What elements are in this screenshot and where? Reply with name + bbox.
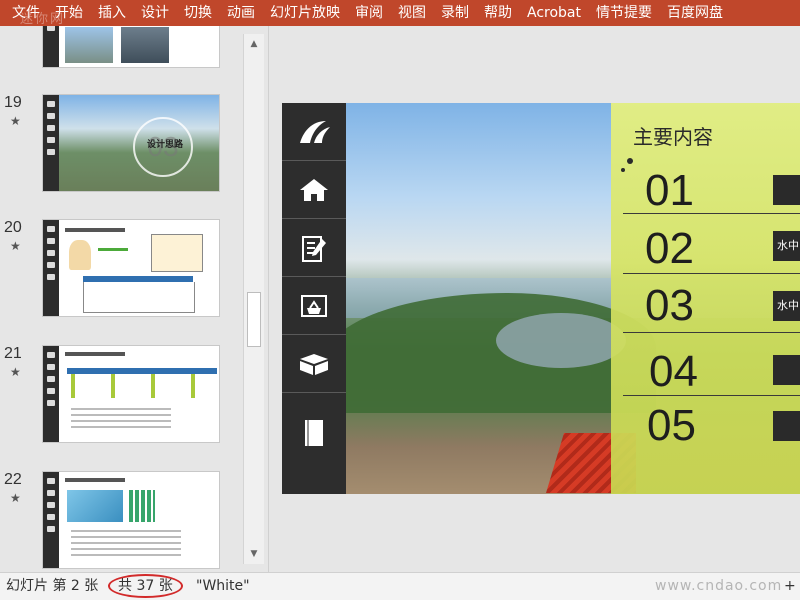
slide-thumbnail[interactable] (42, 26, 220, 68)
site-watermark: www.cndao.com (655, 578, 783, 594)
menu-help[interactable]: 帮助 (484, 0, 512, 26)
slide-nav-sidebar (282, 103, 346, 494)
thumbnail-3d-model (67, 490, 123, 522)
animation-star-icon: ★ (10, 365, 21, 379)
thumbnail-heading-bar (65, 228, 125, 232)
menu-animations[interactable]: 动画 (227, 0, 255, 26)
thumbnail-text-lines (71, 530, 181, 532)
thumbnail-sidebar (43, 26, 59, 67)
slide-number: 20 (4, 219, 22, 236)
zoom-in-button[interactable]: + (784, 573, 796, 599)
box-icon[interactable] (282, 335, 346, 393)
slide-number: 22 (4, 471, 22, 488)
item-number-04[interactable]: 04 (649, 350, 698, 394)
scroll-up-icon[interactable]: ▲ (246, 36, 262, 52)
item-number-05[interactable]: 05 (647, 404, 696, 448)
item-label-box[interactable] (773, 355, 800, 385)
thumbnail-pillar (71, 374, 75, 398)
current-slide[interactable]: 主要内容 01 02 水中 03 水中 04 05 (282, 103, 800, 494)
animation-star-icon: ★ (10, 114, 21, 128)
home-icon[interactable] (282, 161, 346, 219)
slide-thumbnail[interactable] (42, 219, 220, 317)
thumbnail-sidebar (43, 472, 59, 568)
item-divider (623, 213, 800, 214)
menu-transitions[interactable]: 切换 (184, 0, 212, 26)
thumbnail-diagram (151, 234, 203, 272)
scrollbar-thumb[interactable] (247, 292, 261, 347)
menu-home[interactable]: 开始 (55, 0, 83, 26)
thumbnail-rebar (129, 490, 155, 522)
item-label-box[interactable]: 水中 (773, 291, 800, 321)
thumbnail-sidebar (43, 95, 59, 191)
decor-dot (627, 158, 633, 164)
menu-insert[interactable]: 插入 (98, 0, 126, 26)
thumbnail-pillar (151, 374, 155, 398)
thumbnail-row[interactable]: 20 ★ (0, 219, 240, 319)
scroll-down-icon[interactable]: ▼ (246, 546, 262, 562)
photo-lake (496, 313, 626, 368)
status-bar: 幻灯片 第 2 张 共 37 张 "White" www.cndao.com + (0, 572, 800, 600)
thumbnail-row[interactable]: 21 ★ (0, 345, 240, 445)
ribbon-menu-bar: 文件 开始 插入 设计 切换 动画 幻灯片放映 审阅 视图 录制 帮助 Acro… (0, 0, 800, 26)
thumbnail-row[interactable]: 19 ★ 03 设计思路 (0, 94, 240, 194)
thumbnail-cartoon (69, 240, 91, 270)
basket-icon[interactable] (282, 277, 346, 335)
thumbnail-arrow (98, 248, 128, 251)
thumbnail-section-label: 设计思路 (147, 140, 184, 150)
thumbnail-pillar (111, 374, 115, 398)
logo-icon (282, 103, 346, 161)
thumbnail-heading-bar (65, 478, 125, 482)
thumbnail-pane: 19 ★ 03 设计思路 20 ★ 21 ★ 22 ★ ▲ ▼ (0, 26, 268, 572)
thumbnail-scrollbar[interactable]: ▲ ▼ (243, 34, 264, 564)
thumbnail-row[interactable]: 22 ★ (0, 471, 240, 571)
thumbnail-row[interactable] (0, 26, 240, 68)
thumbnail-pillar (191, 374, 195, 398)
item-number-01[interactable]: 01 (645, 169, 694, 213)
theme-name-text[interactable]: "White" (196, 573, 250, 599)
slide-number: 19 (4, 94, 22, 111)
decor-dot (621, 168, 625, 172)
menu-design[interactable]: 设计 (141, 0, 169, 26)
item-label-box[interactable] (773, 175, 800, 205)
item-label-box[interactable]: 水中 (773, 231, 800, 261)
item-divider (623, 332, 800, 333)
slide-thumbnail[interactable] (42, 345, 220, 443)
menu-storyboard[interactable]: 情节提要 (596, 0, 652, 26)
item-divider (623, 273, 800, 274)
menu-acrobat[interactable]: Acrobat (527, 0, 581, 26)
item-label-box[interactable] (773, 411, 800, 441)
contents-panel: 主要内容 01 02 水中 03 水中 04 05 (611, 103, 800, 494)
thumbnail-frame (83, 282, 195, 313)
thumbnail-image (65, 27, 113, 63)
powerpoint-window: 文件 开始 插入 设计 切换 动画 幻灯片放映 审阅 视图 录制 帮助 Acro… (0, 0, 800, 600)
slide-thumbnail[interactable] (42, 471, 220, 569)
item-number-02[interactable]: 02 (645, 227, 694, 271)
slide-count-text: 共 37 张 (108, 574, 183, 598)
menu-view[interactable]: 视图 (398, 0, 426, 26)
thumbnail-sidebar (43, 220, 59, 316)
thumbnail-text-lines (71, 408, 171, 410)
menu-baidu-netdisk[interactable]: 百度网盘 (667, 0, 723, 26)
animation-star-icon: ★ (10, 491, 21, 505)
thumbnail-sidebar (43, 346, 59, 442)
book-icon[interactable] (282, 393, 346, 473)
contents-title[interactable]: 主要内容 (633, 121, 713, 150)
menu-file[interactable]: 文件 (12, 0, 40, 26)
item-number-03[interactable]: 03 (645, 284, 694, 328)
menu-slideshow[interactable]: 幻灯片放映 (270, 0, 340, 26)
edit-notes-icon[interactable] (282, 219, 346, 277)
slide-number: 21 (4, 345, 22, 362)
item-divider (623, 395, 800, 396)
animation-star-icon: ★ (10, 239, 21, 253)
thumbnail-heading-bar (65, 352, 125, 356)
slide-thumbnail[interactable]: 03 设计思路 (42, 94, 220, 192)
thumbnail-image (121, 27, 169, 63)
menu-review[interactable]: 审阅 (355, 0, 383, 26)
slide-editor: 主要内容 01 02 水中 03 水中 04 05 (268, 26, 800, 572)
menu-record[interactable]: 录制 (441, 0, 469, 26)
slide-position-text: 幻灯片 第 2 张 (6, 578, 99, 594)
